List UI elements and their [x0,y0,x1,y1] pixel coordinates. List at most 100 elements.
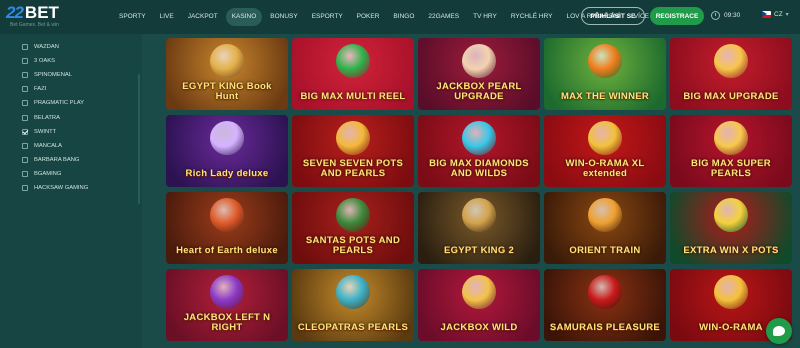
nav-rychle-hry[interactable]: RYCHLÉ HRY [505,8,559,26]
provider-checkbox[interactable] [22,44,28,51]
provider-filter-item[interactable]: BARBARA BANG [22,153,88,167]
game-title: WIN-O-RAMA XL extended [565,158,645,179]
sidebar-scrollbar[interactable] [138,74,140,204]
game-title: JACKBOX WILD [440,322,518,333]
main-nav: SPORTY LIVE JACKPOT KASINO BONUSY ESPORTY POKE… [113,8,655,26]
game-tile[interactable]: WIN-O-RAMA XL extended [544,115,666,187]
chevron-down-icon: ▾ [785,12,789,18]
provider-filter-item[interactable]: WAZDAN [22,40,88,54]
provider-filter-item[interactable]: 3 OAKS [22,54,88,68]
game-title: CLEOPATRAS PEARLS [297,322,409,333]
game-artwork [714,44,748,78]
provider-label: 3 OAKS [34,58,55,65]
nav-22games[interactable]: 22GAMES [422,8,465,26]
provider-filter-item[interactable]: BELATRA [22,110,88,124]
provider-filter-item[interactable]: SPINOMENAL [22,68,88,82]
game-title: BIG MAX MULTI REEL [300,91,406,102]
provider-filter-item[interactable]: FAZI [22,82,88,96]
provider-checkbox[interactable] [22,114,28,121]
provider-filter-item[interactable]: SWINTT [22,125,88,139]
provider-checkbox[interactable] [22,128,28,135]
game-tile[interactable]: JACKBOX PEARL UPGRADE [418,38,540,110]
language-code: CZ [774,11,783,18]
game-title: JACKBOX LEFT N RIGHT [183,312,271,333]
clock-icon [711,11,720,20]
game-tile[interactable]: SAMURAIS PLEASURE [544,269,666,341]
game-artwork [714,275,748,309]
provider-checkbox[interactable] [22,156,28,163]
game-tile[interactable]: JACKBOX LEFT N RIGHT [166,269,288,341]
nav-kasino[interactable]: KASINO [225,8,263,26]
game-tile[interactable]: SEVEN SEVEN POTS AND PEARLS [292,115,414,187]
game-artwork [588,198,622,232]
brand-logo[interactable]: 22 BET Bet Games. Bet & win [6,4,106,30]
game-title: BIG MAX DIAMONDS AND WILDS [429,158,529,179]
provider-checkbox[interactable] [22,184,28,191]
provider-filter-item[interactable]: HACKSAW GAMING [22,181,88,195]
provider-checkbox[interactable] [22,100,28,107]
game-artwork [336,121,370,155]
top-header: 22 BET Bet Games. Bet & win SPORTY LIVE JA… [0,0,800,34]
provider-checkbox[interactable] [22,142,28,149]
game-artwork [714,198,748,232]
nav-tv-hry[interactable]: TV HRY [467,8,503,26]
language-selector[interactable]: CZ ▾ [762,11,789,18]
provider-checkbox[interactable] [22,72,28,79]
game-tile[interactable]: Heart of Earth deluxe [166,192,288,264]
nav-jackpot[interactable]: JACKPOT [182,8,224,26]
game-artwork [210,44,244,78]
nav-esporty[interactable]: ESPORTY [306,8,349,26]
logo-wordmark: 22 BET [6,4,106,21]
game-tile[interactable]: MAX THE WINNER [544,38,666,110]
game-artwork [336,275,370,309]
game-title: SEVEN SEVEN POTS AND PEARLS [302,158,404,179]
game-tile[interactable]: EGYPT KING Book Hunt [166,38,288,110]
provider-label: WAZDAN [34,44,59,51]
provider-filter-item[interactable]: BGAMING [22,167,88,181]
game-tile[interactable]: ORIENT TRAIN [544,192,666,264]
register-button[interactable]: REGISTRACE [650,7,704,25]
game-tile[interactable]: SANTAS POTS AND PEARLS [292,192,414,264]
nav-poker[interactable]: POKER [351,8,386,26]
game-title: JACKBOX PEARL UPGRADE [436,81,522,102]
live-chat-button[interactable] [766,318,792,344]
game-artwork [210,121,244,155]
game-tile[interactable]: CLEOPATRAS PEARLS [292,269,414,341]
provider-checkbox[interactable] [22,170,28,177]
provider-checkbox[interactable] [22,86,28,93]
game-tile[interactable]: BIG MAX UPGRADE [670,38,792,110]
game-tile[interactable]: BIG MAX MULTI REEL [292,38,414,110]
provider-label: MANCALA [34,142,63,149]
provider-sidebar: WAZDAN 3 OAKS SPINOMENAL FAZI PRAGMATIC PLAY… [0,34,142,348]
chat-icon [773,326,785,336]
logo-numeral: 22 [6,3,24,22]
game-artwork [588,121,622,155]
game-tile[interactable]: BIG MAX SUPER PEARLS [670,115,792,187]
game-artwork [462,44,496,78]
provider-filter-item[interactable]: PRAGMATIC PLAY [22,96,88,110]
game-tile[interactable]: BIG MAX DIAMONDS AND WILDS [418,115,540,187]
nav-bingo[interactable]: BINGO [387,8,420,26]
game-tile[interactable]: EXTRA WIN X POTS [670,192,792,264]
game-artwork [336,44,370,78]
nav-bonusy[interactable]: BONUSY [264,8,303,26]
provider-label: SWINTT [34,128,57,135]
game-artwork [462,121,496,155]
provider-label: BGAMING [34,170,62,177]
game-tile[interactable]: Rich Lady deluxe [166,115,288,187]
game-tile[interactable]: JACKBOX WILD [418,269,540,341]
game-title: Heart of Earth deluxe [176,245,278,256]
game-title: EXTRA WIN X POTS [683,245,779,256]
game-artwork [336,198,370,232]
czech-flag-icon [762,11,771,18]
game-artwork [210,198,244,232]
provider-label: SPINOMENAL [34,72,73,79]
provider-filter-item[interactable]: MANCALA [22,139,88,153]
provider-filter-list: WAZDAN 3 OAKS SPINOMENAL FAZI PRAGMATIC PLAY… [22,40,88,195]
game-tile[interactable]: EGYPT KING 2 [418,192,540,264]
login-button[interactable]: PŘIHLÁSIT SE [581,7,645,25]
game-artwork [462,275,496,309]
nav-sporty[interactable]: SPORTY [113,8,152,26]
provider-checkbox[interactable] [22,58,28,65]
nav-live[interactable]: LIVE [154,8,180,26]
